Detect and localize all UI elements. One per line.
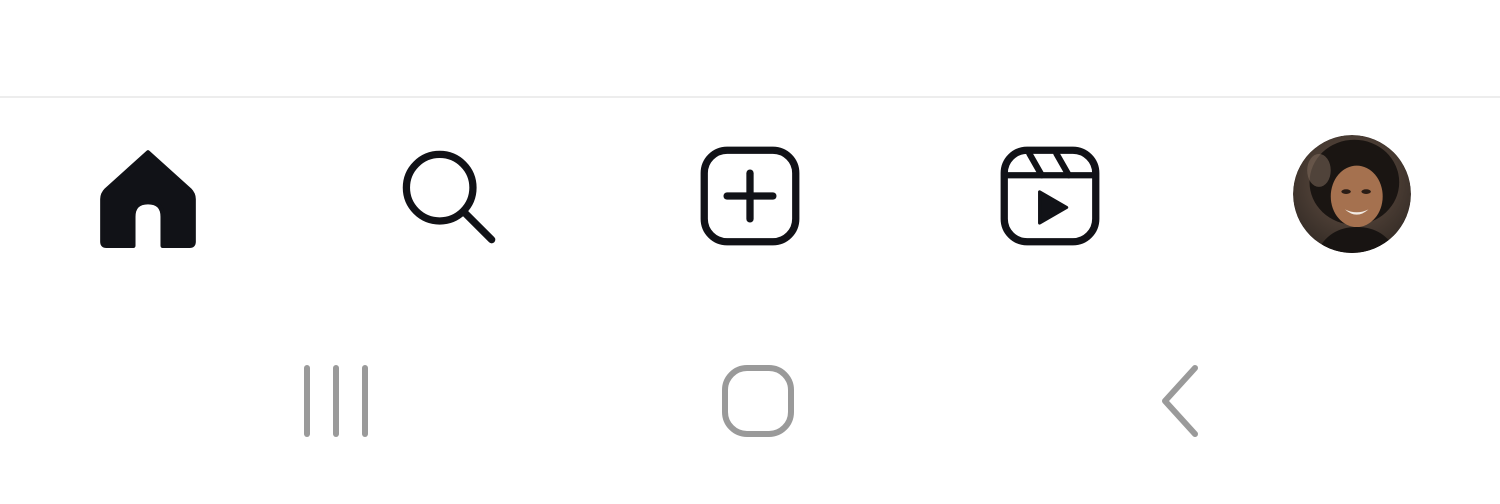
tab-profile[interactable]: [1292, 134, 1412, 254]
back-chevron-icon: [1162, 365, 1198, 437]
system-navigation-bar: [0, 340, 1500, 460]
tab-create[interactable]: [690, 136, 810, 256]
system-home-button[interactable]: [713, 356, 803, 446]
profile-avatar: [1293, 135, 1411, 253]
tab-home[interactable]: [88, 136, 208, 256]
back-button[interactable]: [1135, 356, 1225, 446]
tab-reels[interactable]: [990, 136, 1110, 256]
bottom-tab-bar: [0, 98, 1500, 298]
home-icon: [100, 150, 196, 248]
recents-icon: [304, 365, 368, 437]
search-icon: [402, 150, 496, 244]
plus-square-icon: [700, 146, 800, 246]
tab-search[interactable]: [388, 136, 508, 256]
home-outline-icon: [722, 365, 794, 437]
reels-icon: [1000, 146, 1100, 246]
content-area: [0, 0, 1500, 96]
recents-button[interactable]: [291, 356, 381, 446]
